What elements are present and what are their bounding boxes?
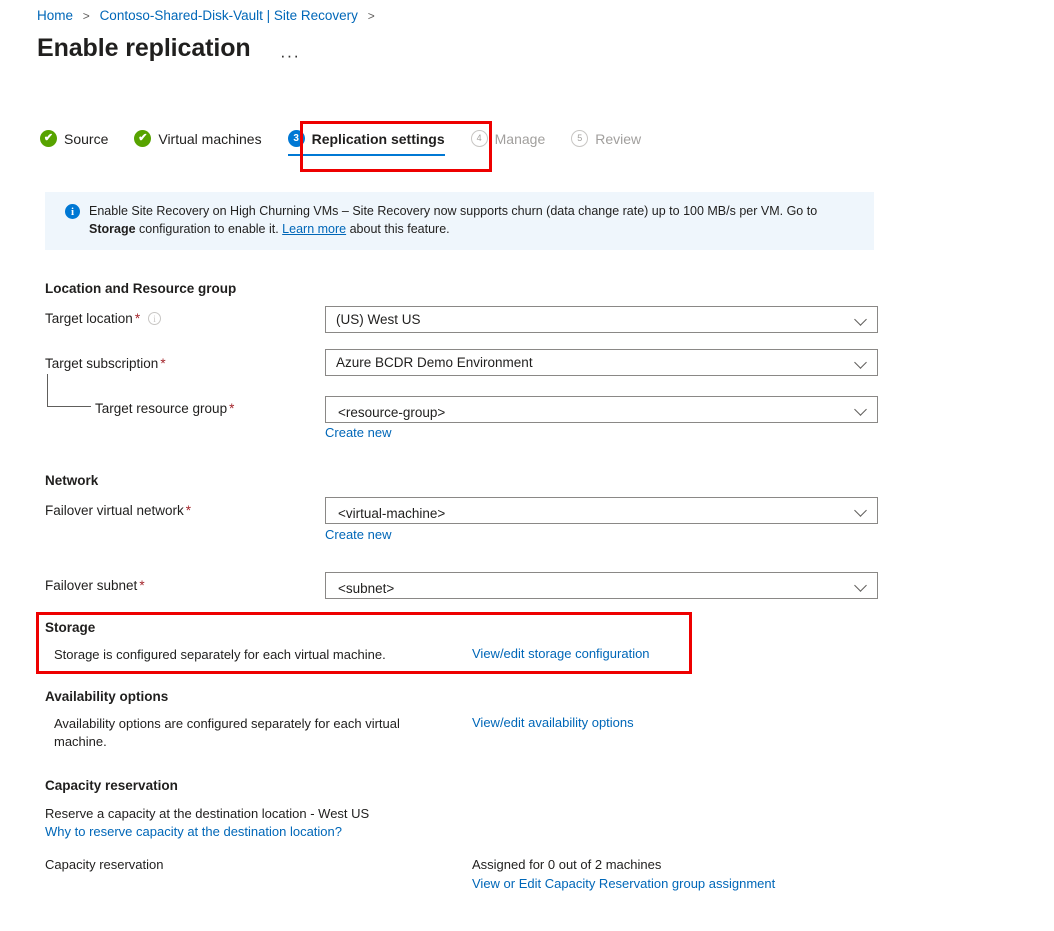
section-heading-storage: Storage (45, 620, 95, 635)
label-failover-virtual-network-text: Failover virtual network (45, 503, 184, 518)
chevron-down-icon (856, 505, 867, 516)
step-source[interactable]: ✔ Source (40, 130, 108, 156)
create-new-virtual-network-link[interactable]: Create new (325, 527, 391, 542)
failover-subnet-dropdown[interactable]: <subnet> (325, 572, 878, 599)
target-location-dropdown[interactable]: (US) West US (325, 306, 878, 333)
chevron-down-icon (856, 314, 867, 325)
breadcrumb-separator: > (83, 9, 90, 23)
target-subscription-value: Azure BCDR Demo Environment (336, 355, 533, 370)
step-label-virtual-machines: Virtual machines (158, 131, 261, 147)
label-target-subscription: Target subscription* (45, 356, 166, 371)
target-resource-group-value: <resource-group> (338, 405, 445, 420)
info-banner: i Enable Site Recovery on High Churning … (45, 192, 874, 250)
step-number-badge: 4 (471, 130, 488, 147)
failover-virtual-network-dropdown[interactable]: <virtual-machine> (325, 497, 878, 524)
view-edit-availability-options-link[interactable]: View/edit availability options (472, 715, 634, 730)
required-marker: * (186, 503, 191, 518)
required-marker: * (229, 401, 234, 416)
active-step-underline (288, 154, 445, 156)
section-heading-availability: Availability options (45, 689, 168, 704)
availability-description: Availability options are configured sepa… (54, 715, 454, 751)
step-manage[interactable]: 4 Manage (471, 130, 546, 156)
target-resource-group-dropdown[interactable]: <resource-group> (325, 396, 878, 423)
label-target-subscription-text: Target subscription (45, 356, 158, 371)
check-icon: ✔ (40, 130, 57, 147)
label-target-location: Target location* i (45, 311, 161, 326)
step-number-badge: 5 (571, 130, 588, 147)
learn-more-link[interactable]: Learn more (282, 222, 346, 236)
step-label-source: Source (64, 131, 108, 147)
view-edit-storage-configuration-link[interactable]: View/edit storage configuration (472, 646, 650, 661)
info-banner-text: Enable Site Recovery on High Churning VM… (89, 202, 864, 238)
capacity-description: Reserve a capacity at the destination lo… (45, 805, 369, 823)
step-number-badge: 3 (288, 130, 305, 147)
label-target-location-text: Target location (45, 311, 133, 326)
highlight-box-storage-section (36, 612, 692, 674)
breadcrumb-separator-2: > (368, 9, 375, 23)
info-banner-bold-storage: Storage (89, 222, 136, 236)
capacity-row-value: Assigned for 0 out of 2 machines (472, 856, 661, 874)
label-failover-subnet-text: Failover subnet (45, 578, 137, 593)
section-heading-location: Location and Resource group (45, 281, 236, 296)
section-heading-network: Network (45, 473, 98, 488)
check-icon: ✔ (134, 130, 151, 147)
more-options-icon[interactable]: ··· (280, 46, 300, 66)
info-banner-text-part3: about this feature. (346, 222, 450, 236)
capacity-row-label: Capacity reservation (45, 856, 164, 874)
failover-virtual-network-value: <virtual-machine> (338, 506, 445, 521)
why-reserve-capacity-link[interactable]: Why to reserve capacity at the destinati… (45, 824, 342, 839)
step-review[interactable]: 5 Review (571, 130, 641, 156)
chevron-down-icon (856, 404, 867, 415)
step-label-manage: Manage (495, 131, 546, 147)
target-location-value: (US) West US (336, 312, 421, 327)
view-edit-capacity-reservation-link[interactable]: View or Edit Capacity Reservation group … (472, 876, 775, 891)
chevron-down-icon (856, 357, 867, 368)
label-failover-virtual-network: Failover virtual network* (45, 503, 191, 518)
create-new-resource-group-link[interactable]: Create new (325, 425, 391, 440)
step-label-review: Review (595, 131, 641, 147)
breadcrumb-item-home[interactable]: Home (37, 8, 73, 23)
tree-connector-line (47, 374, 91, 407)
info-tooltip-icon[interactable]: i (148, 312, 161, 325)
info-banner-text-part2: configuration to enable it. (136, 222, 283, 236)
info-banner-text-part1: Enable Site Recovery on High Churning VM… (89, 204, 817, 218)
wizard-steps: ✔ Source ✔ Virtual machines 3 Replicatio… (40, 130, 667, 156)
label-failover-subnet: Failover subnet* (45, 578, 145, 593)
required-marker: * (139, 578, 144, 593)
required-marker: * (160, 356, 165, 371)
step-virtual-machines[interactable]: ✔ Virtual machines (134, 130, 261, 156)
required-marker: * (135, 311, 140, 326)
step-label-replication-settings: Replication settings (312, 131, 445, 147)
storage-description: Storage is configured separately for eac… (54, 646, 386, 664)
breadcrumb: Home > Contoso-Shared-Disk-Vault | Site … (37, 8, 381, 23)
section-heading-capacity: Capacity reservation (45, 778, 178, 793)
page-title: Enable replication (37, 34, 251, 63)
label-target-resource-group-text: Target resource group (95, 401, 227, 416)
breadcrumb-item-vault[interactable]: Contoso-Shared-Disk-Vault | Site Recover… (100, 8, 358, 23)
chevron-down-icon (856, 580, 867, 591)
target-subscription-dropdown[interactable]: Azure BCDR Demo Environment (325, 349, 878, 376)
label-target-resource-group: Target resource group* (95, 401, 234, 416)
failover-subnet-value: <subnet> (338, 581, 394, 596)
info-icon: i (65, 204, 80, 219)
step-replication-settings[interactable]: 3 Replication settings (288, 130, 445, 156)
